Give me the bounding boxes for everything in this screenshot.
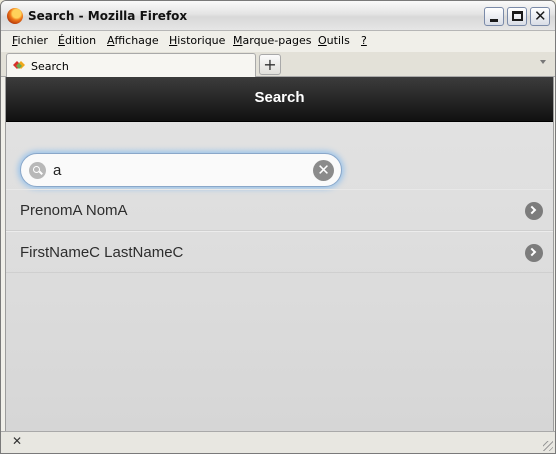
menu-marque-pages[interactable]: Marque-pages bbox=[233, 34, 311, 47]
results-list: PrenomA NomA FirstNameC LastNameC bbox=[6, 189, 553, 273]
firefox-logo-icon bbox=[7, 8, 23, 24]
chevron-right-icon bbox=[525, 202, 543, 220]
minimize-button[interactable] bbox=[484, 7, 504, 26]
search-icon bbox=[29, 162, 46, 179]
tab-list-dropdown-icon[interactable] bbox=[540, 60, 546, 64]
clear-search-icon[interactable]: ✕ bbox=[313, 160, 334, 181]
tab-label: Search bbox=[31, 60, 69, 73]
tab-bar: Search + bbox=[1, 52, 555, 77]
page-content: Search ✕ PrenomA NomA FirstNameC LastNam… bbox=[5, 77, 554, 431]
menu-historique[interactable]: Historique bbox=[169, 34, 225, 47]
chevron-right-icon bbox=[525, 244, 543, 262]
menu-help[interactable]: ? bbox=[361, 34, 367, 47]
new-tab-button[interactable]: + bbox=[259, 54, 281, 75]
jquery-mobile-favicon-icon bbox=[13, 61, 25, 69]
search-input[interactable] bbox=[53, 159, 303, 181]
menu-outils[interactable]: Outils bbox=[318, 34, 350, 47]
window-title: Search - Mozilla Firefox bbox=[28, 9, 188, 23]
tab-search[interactable]: Search bbox=[6, 53, 256, 77]
menu-fichier[interactable]: Fichier bbox=[12, 34, 48, 47]
list-item-label: PrenomA NomA bbox=[20, 202, 128, 219]
maximize-button[interactable] bbox=[507, 7, 527, 26]
menu-affichage[interactable]: Affichage bbox=[107, 34, 159, 47]
page-title: Search bbox=[254, 89, 305, 106]
page-header: Search bbox=[6, 77, 553, 122]
maximize-icon bbox=[512, 11, 523, 21]
minimize-icon bbox=[490, 19, 498, 22]
close-icon: ✕ bbox=[534, 7, 547, 25]
close-bar-icon[interactable]: ✕ bbox=[12, 434, 22, 448]
resize-grip-icon[interactable] bbox=[543, 441, 553, 451]
browser-window: Search - Mozilla Firefox ✕ Fichier Éditi… bbox=[0, 0, 556, 454]
title-bar[interactable]: Search - Mozilla Firefox ✕ bbox=[1, 1, 555, 31]
list-item[interactable]: FirstNameC LastNameC bbox=[6, 231, 553, 273]
status-bar: ✕ bbox=[1, 431, 555, 453]
list-item-label: FirstNameC LastNameC bbox=[20, 244, 184, 261]
menu-edition[interactable]: Édition bbox=[58, 34, 96, 47]
menu-bar: Fichier Édition Affichage Historique Mar… bbox=[1, 31, 555, 52]
list-item[interactable]: PrenomA NomA bbox=[6, 189, 553, 231]
search-field[interactable]: ✕ bbox=[20, 153, 342, 187]
close-window-button[interactable]: ✕ bbox=[530, 7, 550, 26]
